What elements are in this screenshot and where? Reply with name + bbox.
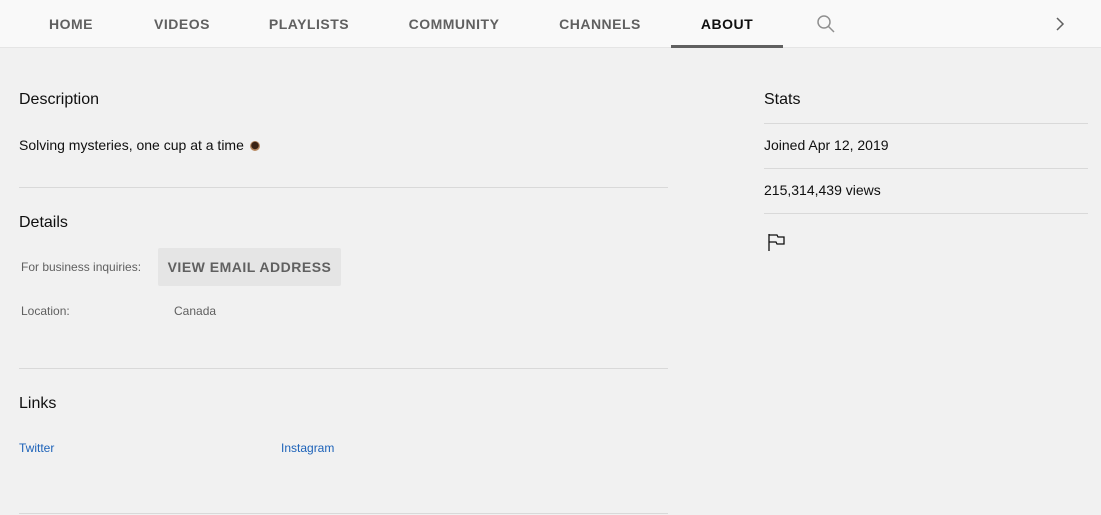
- location-label: Location:: [21, 304, 70, 318]
- tab-channels[interactable]: CHANNELS: [548, 0, 652, 48]
- view-count: 215,314,439 views: [764, 182, 881, 198]
- divider: [764, 168, 1088, 169]
- tab-community[interactable]: COMMUNITY: [396, 0, 512, 48]
- stats-heading: Stats: [764, 91, 801, 108]
- link-twitter[interactable]: Twitter: [19, 441, 54, 455]
- divider: [19, 368, 668, 369]
- view-email-address-button[interactable]: VIEW EMAIL ADDRESS: [158, 248, 341, 286]
- links-heading: Links: [19, 395, 57, 412]
- link-instagram[interactable]: Instagram: [281, 441, 334, 455]
- location-value: Canada: [174, 304, 217, 318]
- flag-icon[interactable]: [766, 232, 786, 252]
- business-inquiries-label: For business inquiries:: [21, 260, 142, 274]
- description-text: Solving mysteries, one cup at a time: [19, 137, 244, 153]
- tab-home[interactable]: HOME: [36, 0, 106, 48]
- details-heading: Details: [19, 214, 68, 231]
- divider: [764, 213, 1088, 214]
- tab-videos[interactable]: VIDEOS: [142, 0, 222, 48]
- tab-playlists[interactable]: PLAYLISTS: [258, 0, 360, 48]
- joined-date: Joined Apr 12, 2019: [764, 137, 889, 153]
- divider: [19, 187, 668, 188]
- channel-tab-bar: HOME VIDEOS PLAYLISTS COMMUNITY CHANNELS…: [0, 0, 1101, 48]
- description-heading: Description: [19, 91, 100, 108]
- divider: [19, 513, 668, 514]
- coffee-cup-icon: [249, 141, 260, 151]
- chevron-right-icon[interactable]: [1048, 12, 1072, 36]
- search-icon[interactable]: [812, 12, 840, 36]
- tab-about[interactable]: ABOUT: [671, 0, 783, 48]
- divider: [764, 123, 1088, 124]
- description-text-row: Solving mysteries, one cup at a time: [19, 137, 260, 153]
